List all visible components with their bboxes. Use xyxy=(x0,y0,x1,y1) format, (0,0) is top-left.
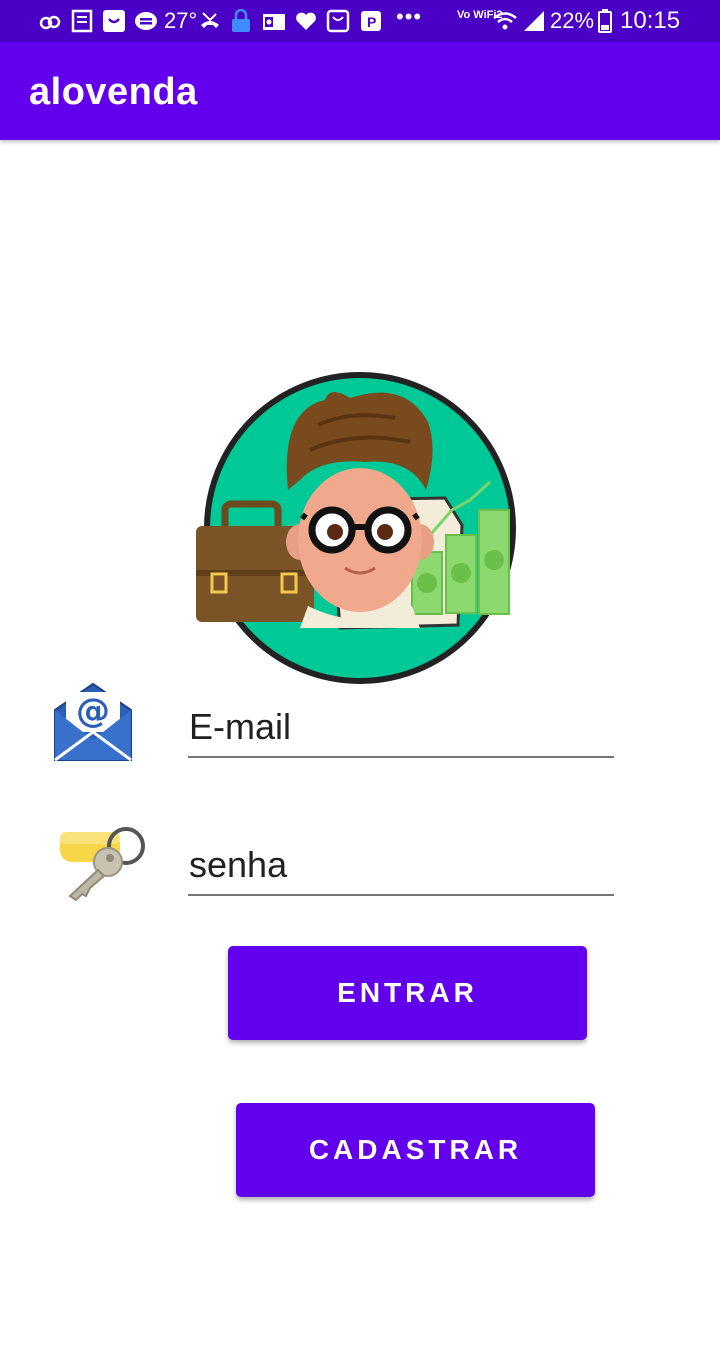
password-field-hint: senha xyxy=(189,844,288,885)
parking-icon: P xyxy=(361,11,381,31)
bag-icon xyxy=(326,9,350,33)
signal-icon xyxy=(524,11,544,31)
email-icon: @ xyxy=(54,682,132,762)
weather-icon xyxy=(39,15,61,30)
email-field[interactable]: E-mail xyxy=(188,686,614,758)
battery-icon xyxy=(598,9,612,33)
app-icon xyxy=(103,10,125,32)
svg-text:@: @ xyxy=(76,691,110,731)
email-field-hint: E-mail xyxy=(189,706,292,747)
wifi-icon xyxy=(493,12,517,30)
temperature-text: 27° xyxy=(164,8,198,33)
password-field[interactable]: senha xyxy=(188,824,614,896)
battery-text: 22% xyxy=(550,8,595,33)
login-button[interactable]: ENTRAR xyxy=(228,946,587,1040)
missed-call-icon xyxy=(201,12,219,28)
printer-icon xyxy=(135,12,157,30)
outlook-icon xyxy=(263,14,285,30)
key-icon xyxy=(60,827,145,902)
app-title: alovenda xyxy=(29,71,198,113)
app-bar: alovenda xyxy=(0,42,720,140)
register-button[interactable]: CADASTRAR xyxy=(236,1103,595,1197)
news-icon xyxy=(71,9,93,33)
heart-icon xyxy=(296,12,316,30)
status-bar: 27° P ••• Vo WiFi2 22% 10:15 xyxy=(0,0,720,42)
more-icon: ••• xyxy=(396,4,423,29)
network-label: Vo WiFi2 xyxy=(457,9,503,21)
salesman-avatar-icon xyxy=(196,372,516,684)
svg-text:P: P xyxy=(367,14,376,30)
clock-text: 10:15 xyxy=(620,7,681,34)
vpn-lock-icon xyxy=(232,9,250,32)
